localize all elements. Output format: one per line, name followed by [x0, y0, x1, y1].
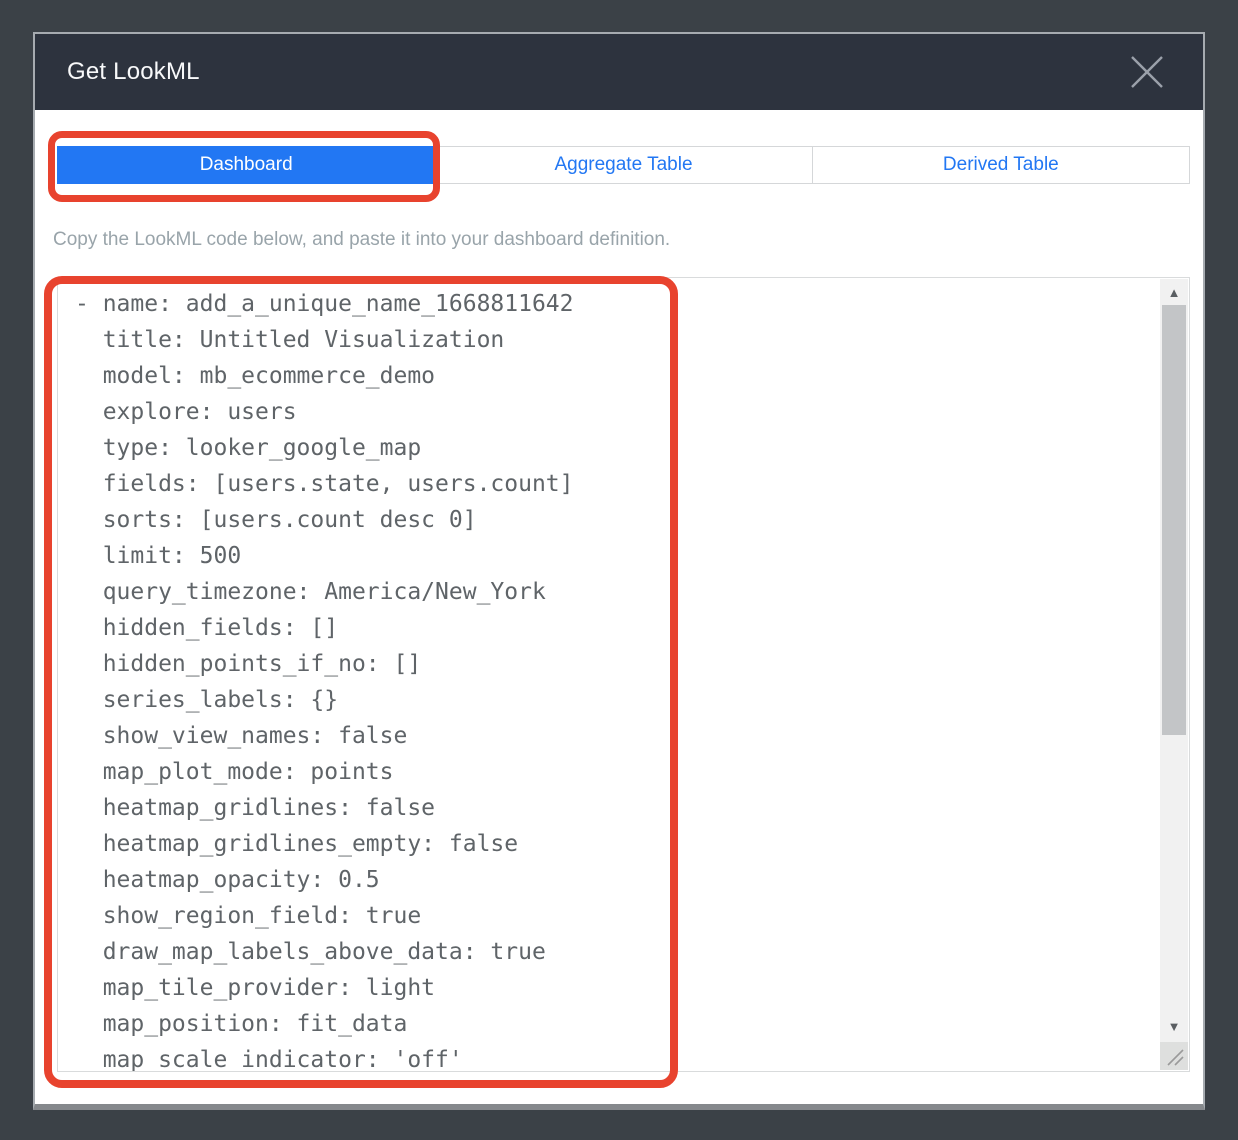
lookml-code-text[interactable]: - name: add_a_unique_name_1668811642 tit… — [58, 278, 1159, 1071]
close-icon — [1128, 53, 1166, 91]
tab-derived-table[interactable]: Derived Table — [813, 146, 1190, 184]
scroll-up-icon[interactable]: ▲ — [1160, 283, 1188, 303]
vertical-scrollbar: ▲ ▼ — [1160, 279, 1188, 1043]
scrollbar-thumb[interactable] — [1162, 305, 1186, 735]
lookml-code-textarea[interactable]: - name: add_a_unique_name_1668811642 tit… — [57, 277, 1190, 1072]
tab-dashboard[interactable]: Dashboard — [57, 146, 435, 184]
resize-grip-icon — [1160, 1042, 1188, 1070]
tab-bar: Dashboard Aggregate Table Derived Table — [57, 146, 1190, 184]
page-background: Get LookML Dashboard Aggregate Table Der… — [0, 0, 1238, 1140]
scroll-down-icon[interactable]: ▼ — [1160, 1017, 1188, 1037]
resize-handle[interactable] — [1160, 1042, 1188, 1070]
get-lookml-dialog: Get LookML Dashboard Aggregate Table Der… — [33, 32, 1205, 1110]
tab-aggregate-table[interactable]: Aggregate Table — [435, 146, 812, 184]
dialog-header: Get LookML — [35, 34, 1203, 110]
close-button[interactable] — [1127, 52, 1167, 92]
dialog-title: Get LookML — [67, 58, 1127, 86]
instruction-text: Copy the LookML code below, and paste it… — [53, 227, 670, 253]
